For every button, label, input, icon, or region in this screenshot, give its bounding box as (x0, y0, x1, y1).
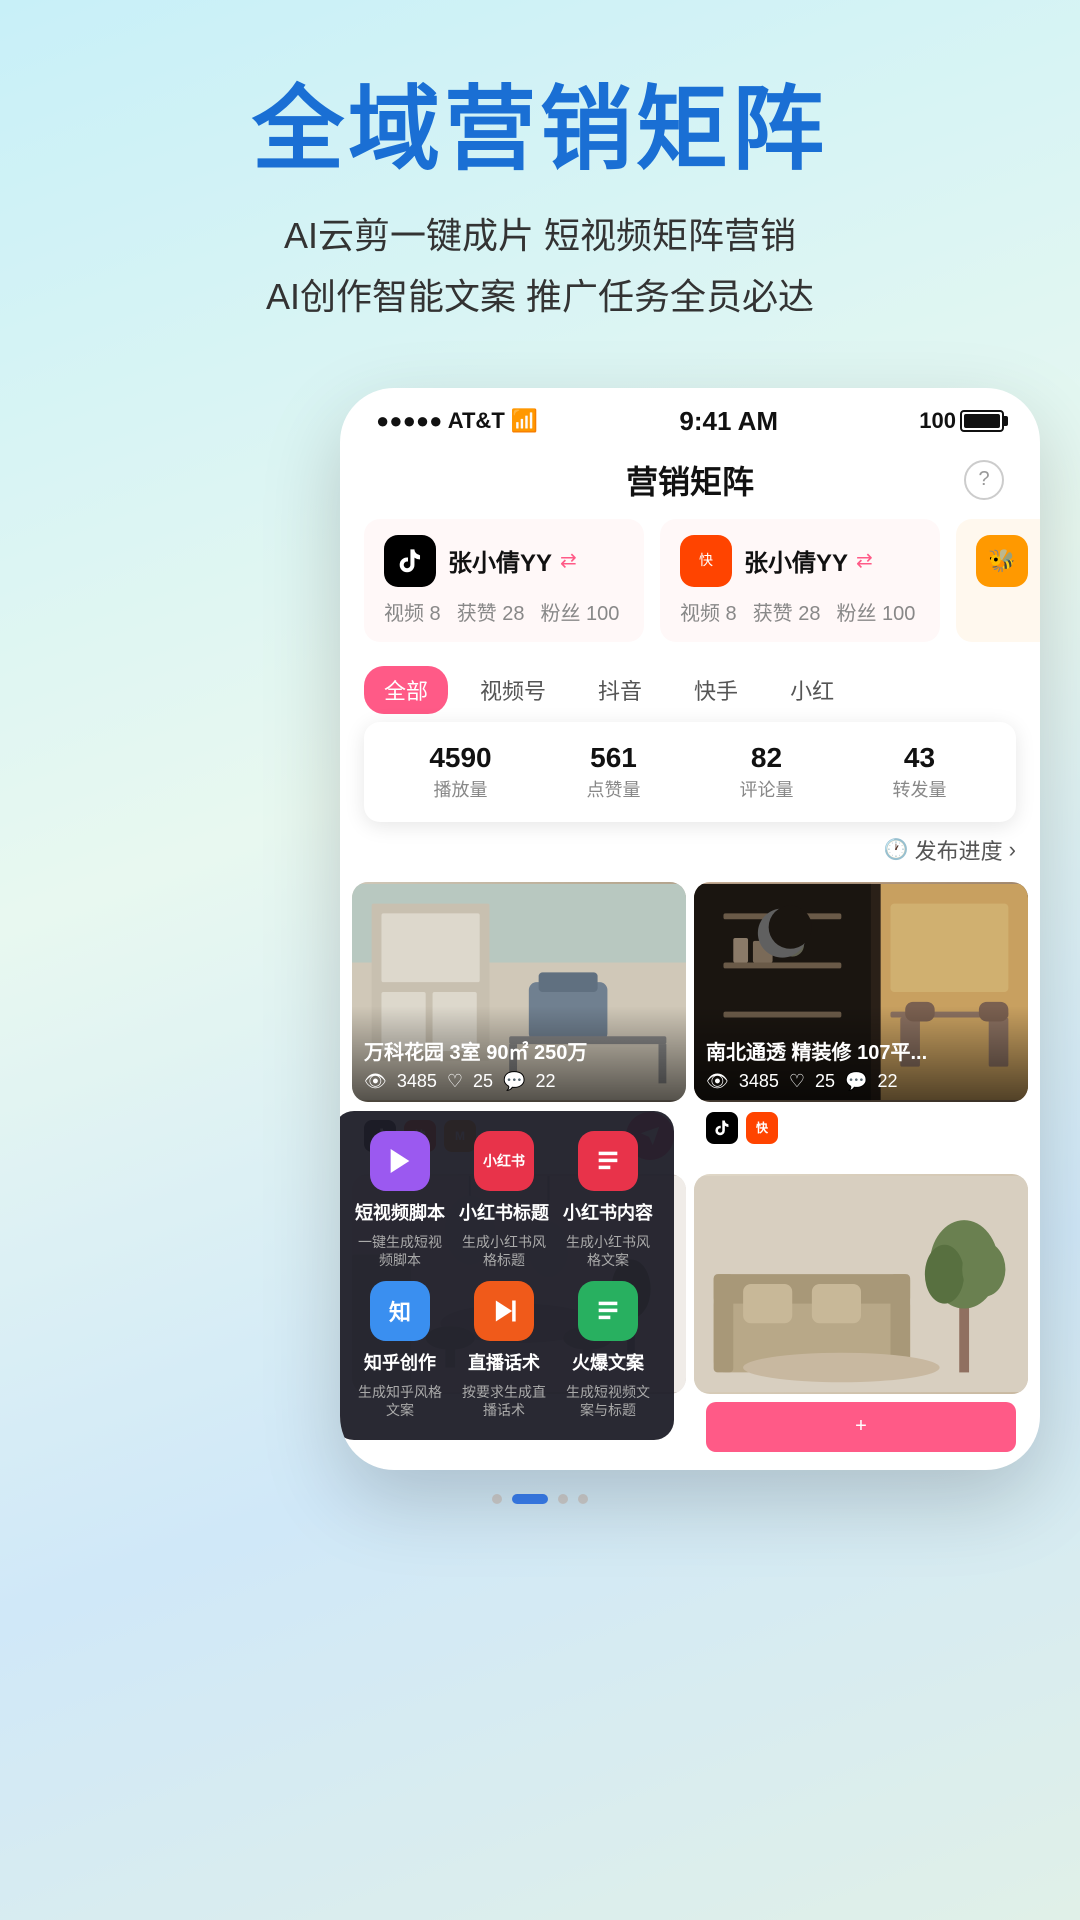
page-indicator (0, 1470, 1080, 1524)
video-section: 万科花园 3室 90㎡ 250万 👁3485 ♡25 💬22 (340, 882, 1040, 1460)
dot-1 (492, 1494, 502, 1504)
ai-item-xiaohongshu-title[interactable]: 小红书 小红书标题 生成小红书风格标题 (458, 1131, 550, 1269)
ai-hot-copy-icon (578, 1281, 638, 1341)
ai-item-xiaohongshu-content[interactable]: 小红书内容 生成小红书风格文案 (562, 1131, 654, 1269)
video-info-2: 南北通透 精装修 107平... 👁3485 ♡25 💬22 (694, 1006, 1028, 1102)
video-card-3[interactable]: 短视频脚本 一键生成短视频脚本 小红书 小红书标题 生成小红书风格标题 (352, 1174, 686, 1460)
account-card-tiktok[interactable]: 张小倩YY ⇄ 视频 8 获赞 28 粉丝 100 (364, 519, 644, 642)
hero-title: 全域营销矩阵 (60, 80, 1020, 181)
account-card-kwai[interactable]: 快 张小倩YY ⇄ 视频 8 获赞 28 粉丝 10 (660, 519, 940, 642)
ai-zhihu-icon: 知 (370, 1281, 430, 1341)
battery-icon (960, 410, 1004, 432)
dot-3 (558, 1494, 568, 1504)
page-title-row: 营销矩阵 ? (340, 447, 1040, 519)
tab-douyin[interactable]: 抖音 (578, 666, 662, 714)
kwai-logo: 快 (680, 535, 732, 587)
account-cards-row: 张小倩YY ⇄ 视频 8 获赞 28 粉丝 100 (340, 519, 1040, 658)
switch-icon-2: ⇄ (856, 548, 873, 573)
ai-xiaohongshu-content-icon (578, 1131, 638, 1191)
hero-section: 全域营销矩阵 AI云剪一键成片 短视频矩阵营销 AI创作智能文案 推广任务全员必… (0, 0, 1080, 368)
battery-indicator: 100 (919, 408, 1004, 434)
share-stat: 43 转发量 (847, 742, 992, 802)
ai-item-video-script[interactable]: 短视频脚本 一键生成短视频脚本 (354, 1131, 446, 1269)
ai-xiaohongshu-title-icon: 小红书 (474, 1131, 534, 1191)
wifi-icon: 📶 (511, 408, 538, 434)
tab-all[interactable]: 全部 (364, 666, 448, 714)
video-platforms-2: 快 (694, 1102, 1028, 1150)
filter-tabs: 全部 视频号 抖音 快手 小红 (340, 658, 1040, 722)
help-button[interactable]: ? (964, 460, 1004, 500)
phone-mockup: ●●●●● AT&T 📶 9:41 AM 100 营销矩阵 ? (300, 388, 1080, 1470)
tab-xiaohongshu[interactable]: 小红 (770, 666, 854, 714)
phone-screen: ●●●●● AT&T 📶 9:41 AM 100 营销矩阵 ? (340, 388, 1040, 1470)
page-title: 营销矩阵 (626, 457, 754, 503)
account-card-3[interactable]: 🐝 (956, 519, 1040, 642)
tiktok-platform-icon-2 (706, 1112, 738, 1144)
account-stats-2: 视频 8 获赞 28 粉丝 100 (680, 597, 920, 626)
filter-stats-area: 全部 视频号 抖音 快手 小红 4590 播放量 561 (340, 658, 1040, 874)
ai-menu-popup: 短视频脚本 一键生成短视频脚本 小红书 小红书标题 生成小红书风格标题 (340, 1111, 674, 1440)
account-name-2: 张小倩YY (744, 543, 848, 578)
status-bar: ●●●●● AT&T 📶 9:41 AM 100 (340, 388, 1040, 447)
kwai-platform-icon-2: 快 (746, 1112, 778, 1144)
play-stat: 4590 播放量 (388, 742, 533, 802)
svg-text:快: 快 (699, 552, 713, 568)
clock: 9:41 AM (679, 406, 778, 437)
account-name-1: 张小倩YY (448, 543, 552, 578)
video-grid: 万科花园 3室 90㎡ 250万 👁3485 ♡25 💬22 (340, 882, 1040, 1460)
video-card-4[interactable]: + (694, 1174, 1028, 1460)
like-stat: 561 点赞量 (541, 742, 686, 802)
video-card-2[interactable]: 南北通透 精装修 107平... 👁3485 ♡25 💬22 (694, 882, 1028, 1166)
ai-item-hot-copy[interactable]: 火爆文案 生成短视频文案与标题 (562, 1281, 654, 1419)
create-button-partial[interactable]: + (706, 1402, 1016, 1452)
comment-stat: 82 评论量 (694, 742, 839, 802)
dot-2-active (512, 1494, 548, 1504)
account-stats-1: 视频 8 获赞 28 粉丝 100 (384, 597, 624, 626)
signal-indicator: ●●●●● AT&T 📶 (376, 408, 538, 434)
video-thumb-4 (694, 1174, 1028, 1394)
tiktok-logo (384, 535, 436, 587)
tab-shipinhao[interactable]: 视频号 (460, 666, 566, 714)
stats-popup: 4590 播放量 561 点赞量 82 评论量 43 (364, 722, 1016, 822)
ai-item-live-script[interactable]: 直播话术 按要求生成直播话术 (458, 1281, 550, 1419)
video-info-1: 万科花园 3室 90㎡ 250万 👁3485 ♡25 💬22 (352, 1006, 686, 1102)
ai-live-script-icon (474, 1281, 534, 1341)
ai-video-script-icon (370, 1131, 430, 1191)
dot-4 (578, 1494, 588, 1504)
tab-kuaishou[interactable]: 快手 (674, 666, 758, 714)
hero-subtitle: AI云剪一键成片 短视频矩阵营销 AI创作智能文案 推广任务全员必达 (60, 205, 1020, 327)
switch-icon-1: ⇄ (560, 548, 577, 573)
publish-progress-row[interactable]: 🕐 发布进度 › (340, 830, 1040, 874)
ai-item-zhihu[interactable]: 知 知乎创作 生成知乎风格文案 (354, 1281, 446, 1419)
